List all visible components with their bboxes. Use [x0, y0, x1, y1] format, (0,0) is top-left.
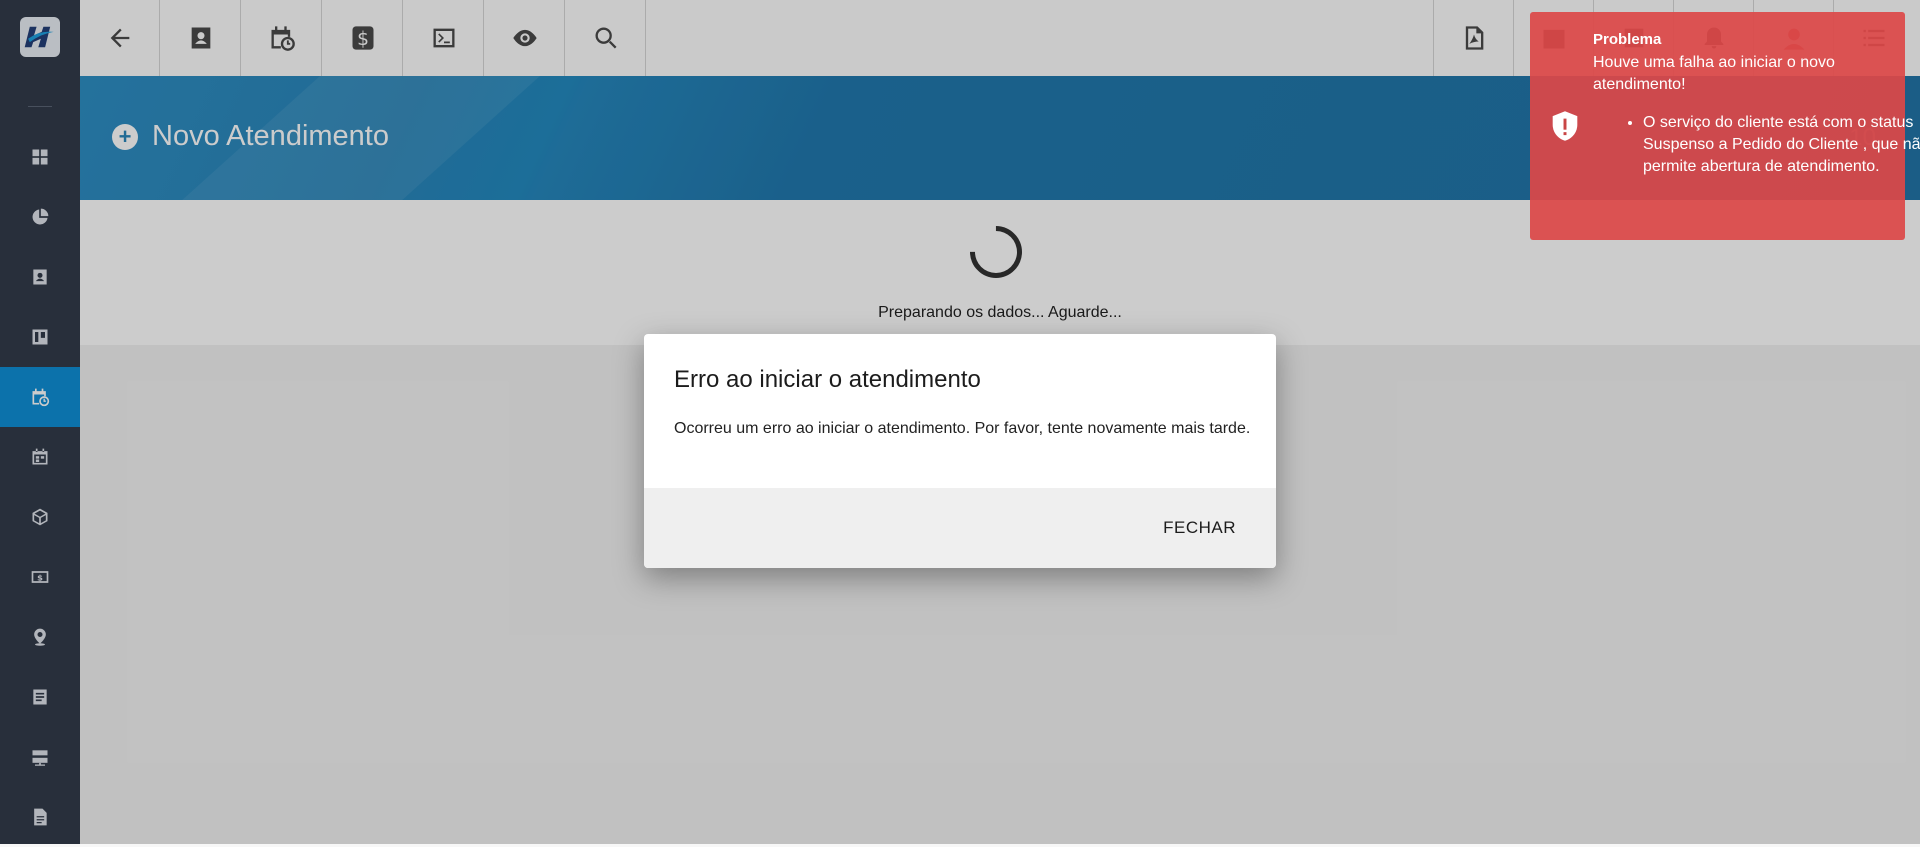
error-dialog: Erro ao iniciar o atendimento Ocorreu um…: [644, 334, 1276, 568]
toast-message: Houve uma falha ao iniciar o novo atendi…: [1593, 54, 1835, 93]
dialog-title: Erro ao iniciar o atendimento: [674, 366, 981, 393]
toast-details: O serviço do cliente está com o status S…: [1593, 112, 1920, 178]
close-button[interactable]: FECHAR: [1151, 510, 1248, 546]
dialog-message: Ocorreu um erro ao iniciar o atendimento…: [674, 420, 1251, 437]
shield-alert-icon: [1552, 111, 1578, 141]
error-toast[interactable]: Problema Houve uma falha ao iniciar o no…: [1530, 12, 1920, 240]
toast-detail-item: O serviço do cliente está com o status S…: [1643, 112, 1920, 178]
dialog-footer: FECHAR: [644, 488, 1276, 568]
toast-title: Problema: [1593, 31, 1662, 48]
